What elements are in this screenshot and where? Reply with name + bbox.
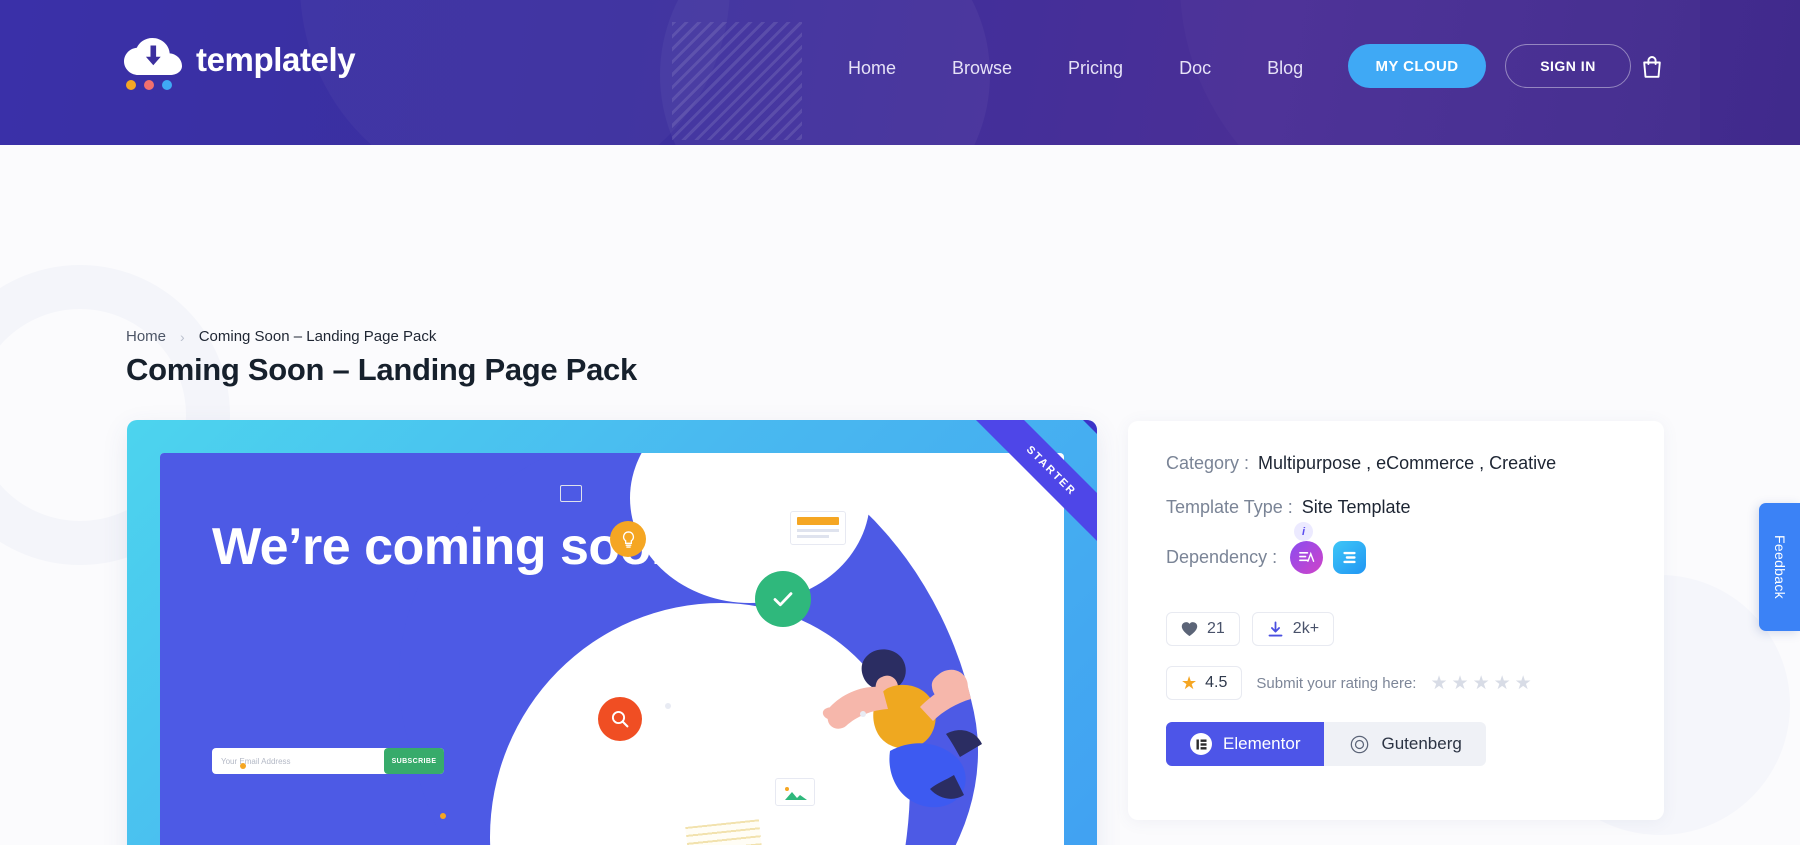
builder-tabs: Elementor Gutenberg [1128, 722, 1664, 766]
template-type-row: Template Type : Site Template [1128, 497, 1664, 518]
lightbulb-badge-icon [610, 521, 646, 557]
page-body: Home › Coming Soon – Landing Page Pack C… [0, 145, 1800, 845]
tab-elementor-label: Elementor [1223, 734, 1301, 753]
logo-text: templately [196, 41, 356, 78]
rating-star-1[interactable]: ★ [1430, 672, 1447, 695]
tab-gutenberg-label: Gutenberg [1381, 734, 1462, 753]
category-label: Category : [1166, 453, 1250, 473]
flying-person-illustration [822, 649, 982, 808]
category-value[interactable]: Multipurpose , eCommerce , Creative [1258, 453, 1556, 474]
nav-item-pricing[interactable]: Pricing [1040, 52, 1151, 85]
breadcrumb-home[interactable]: Home [126, 328, 166, 345]
template-preview[interactable]: STARTER We’re coming soon Your Email Add… [127, 420, 1097, 845]
search-badge-icon [598, 697, 642, 741]
stats-chips: 21 2k+ [1128, 612, 1664, 646]
chevron-right-icon: › [180, 328, 185, 345]
ribbon-fold [1083, 420, 1097, 434]
sign-in-button[interactable]: SIGN IN [1505, 44, 1631, 88]
essential-addons-icon[interactable] [1290, 541, 1324, 574]
site-logo[interactable]: templately [124, 38, 356, 94]
mockup-subscribe-button[interactable]: SUBSCRIBE [384, 748, 444, 774]
likes-chip[interactable]: 21 [1166, 612, 1240, 646]
logo-mark [124, 38, 182, 94]
my-cloud-button[interactable]: MY CLOUD [1348, 44, 1486, 88]
dependency-row: Dependency : i [1128, 522, 1664, 574]
mockup-dot-1 [665, 703, 671, 709]
template-type-label: Template Type : [1166, 497, 1293, 517]
mockup-chat-square [560, 485, 582, 502]
rating-star-5[interactable]: ★ [1515, 672, 1532, 695]
feedback-label: Feedback [1771, 535, 1788, 599]
mockup-subscribe-form: Your Email Address SUBSCRIBE [212, 748, 444, 774]
rating-row: ★ 4.5 Submit your rating here: ★ ★ ★ ★ ★ [1128, 666, 1664, 700]
nav-item-blog[interactable]: Blog [1239, 52, 1331, 85]
template-details-card: Category : Multipurpose , eCommerce , Cr… [1128, 421, 1664, 820]
rating-stars[interactable]: ★ ★ ★ ★ ★ [1430, 672, 1531, 695]
feedback-tab[interactable]: Feedback [1759, 503, 1800, 631]
elementor-icon[interactable] [1333, 541, 1367, 574]
preview-mockup: We’re coming soon Your Email Address SUB… [160, 453, 1064, 845]
downloads-chip[interactable]: 2k+ [1251, 612, 1335, 646]
nav-item-home[interactable]: Home [820, 52, 924, 85]
heart-icon [1181, 622, 1198, 637]
site-header: templately Home Browse Pricing Doc Blog … [0, 0, 1800, 145]
template-preview-card[interactable]: STARTER We’re coming soon Your Email Add… [127, 420, 1097, 845]
nav-item-doc[interactable]: Doc [1151, 52, 1239, 85]
category-row: Category : Multipurpose , eCommerce , Cr… [1128, 453, 1664, 474]
template-type-value: Site Template [1301, 497, 1411, 517]
download-icon [1268, 621, 1283, 636]
mockup-mini-card-1 [790, 511, 846, 545]
breadcrumb-current: Coming Soon – Landing Page Pack [198, 328, 437, 345]
mockup-dot-2 [860, 711, 866, 717]
gutenberg-tab-icon [1348, 733, 1370, 755]
rating-prompt: Submit your rating here: [1256, 674, 1417, 692]
star-icon: ★ [1181, 672, 1198, 693]
downloads-count: 2k+ [1292, 620, 1320, 637]
mockup-email-input[interactable]: Your Email Address [221, 757, 291, 766]
shopping-bag-icon [1643, 55, 1661, 78]
cloud-download-icon [124, 38, 182, 75]
breadcrumb: Home › Coming Soon – Landing Page Pack [126, 328, 436, 345]
nav-item-browse[interactable]: Browse [924, 52, 1040, 85]
tab-elementor[interactable]: Elementor [1166, 722, 1325, 766]
rating-star-2[interactable]: ★ [1452, 672, 1469, 695]
elementor-tab-icon [1190, 733, 1212, 755]
logo-dots [126, 80, 172, 90]
main-nav: Home Browse Pricing Doc Blog [820, 52, 1331, 85]
dependency-icons [1290, 541, 1367, 574]
likes-count: 21 [1207, 620, 1225, 637]
rating-chip: ★ 4.5 [1166, 666, 1243, 700]
mockup-dot-3 [240, 763, 246, 769]
tab-gutenberg[interactable]: Gutenberg [1324, 722, 1486, 766]
mockup-dot-4 [440, 813, 446, 819]
info-icon[interactable]: i [1294, 522, 1313, 541]
rating-value: 4.5 [1205, 674, 1228, 691]
page-title: Coming Soon – Landing Page Pack [126, 352, 637, 387]
rating-star-3[interactable]: ★ [1473, 672, 1490, 695]
dependency-label: Dependency : [1166, 547, 1278, 567]
cart-button[interactable] [1632, 46, 1672, 86]
rating-star-4[interactable]: ★ [1494, 672, 1511, 695]
